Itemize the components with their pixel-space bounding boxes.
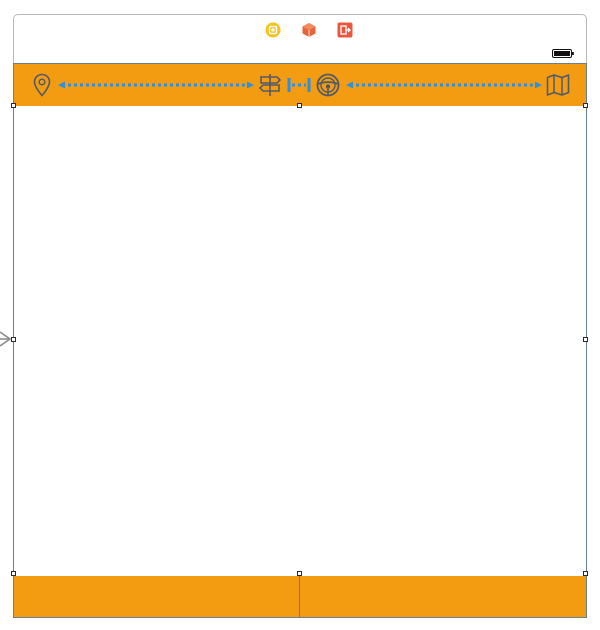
battery-icon xyxy=(552,49,574,58)
dotted-double-arrow xyxy=(58,81,254,89)
bottom-bar xyxy=(14,576,586,617)
location-pin-icon[interactable] xyxy=(29,72,55,98)
resize-handle-middle-right[interactable] xyxy=(583,337,588,342)
resize-handle-top-right[interactable] xyxy=(583,103,588,108)
progress-strip xyxy=(14,64,586,106)
resize-handle-bottom-left[interactable] xyxy=(11,571,16,576)
first-responder-icon[interactable] xyxy=(301,22,317,38)
map-icon[interactable] xyxy=(545,72,571,98)
view-controller-icon[interactable] xyxy=(265,22,281,38)
steering-wheel-icon[interactable] xyxy=(315,72,341,98)
resize-handle-top-left[interactable] xyxy=(11,103,16,108)
segue-entry-arrow-icon xyxy=(0,331,12,347)
dotted-double-arrow xyxy=(346,81,542,89)
exit-icon[interactable] xyxy=(337,22,353,38)
storyboard-scene xyxy=(0,0,600,630)
resize-handle-bottom-right[interactable] xyxy=(583,571,588,576)
view-canvas[interactable] xyxy=(13,63,587,618)
bottom-bar-left-pane[interactable] xyxy=(14,576,299,617)
resize-handle-top-center[interactable] xyxy=(297,103,302,108)
short-range-arrow xyxy=(287,78,311,92)
bottom-bar-right-pane[interactable] xyxy=(300,576,586,617)
status-bar xyxy=(13,44,587,63)
signpost-icon[interactable] xyxy=(257,72,283,98)
resize-handle-bottom-center[interactable] xyxy=(297,571,302,576)
scene-dock xyxy=(13,14,587,44)
